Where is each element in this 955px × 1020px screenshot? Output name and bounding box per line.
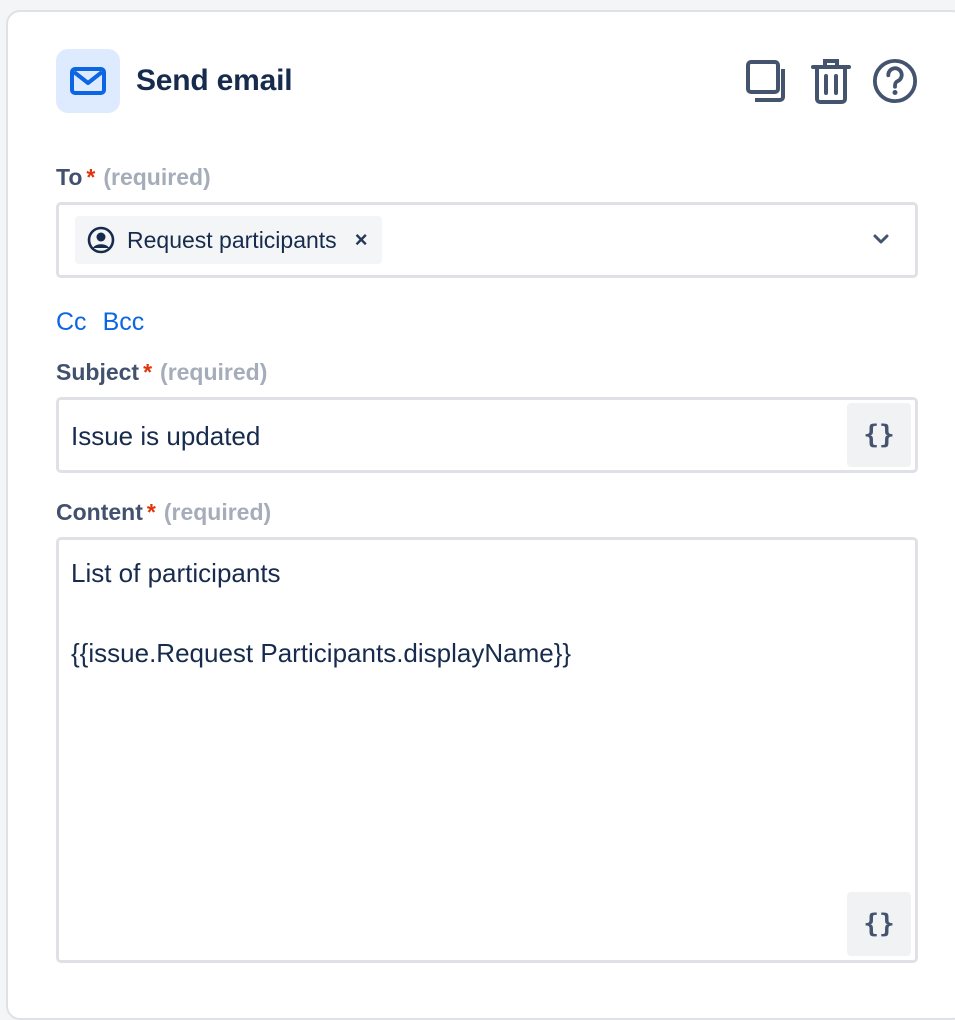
content-line-1: List of participants	[71, 558, 281, 588]
required-mark: *	[143, 359, 153, 385]
required-hint: (required)	[160, 359, 268, 385]
recipient-chip: Request participants ×	[75, 216, 382, 264]
content-label: Content * (required)	[56, 499, 271, 526]
required-hint: (required)	[103, 164, 211, 190]
subject-label: Subject * (required)	[56, 359, 267, 386]
required-mark: *	[86, 164, 96, 190]
cc-bcc-links: Cc Bcc	[56, 308, 144, 337]
required-mark: *	[146, 499, 156, 525]
mail-icon	[56, 49, 120, 113]
subject-value: Issue is updated	[71, 421, 261, 451]
chevron-down-icon[interactable]	[869, 227, 893, 251]
user-avatar-icon	[87, 226, 115, 254]
trash-icon	[811, 59, 851, 104]
help-button[interactable]	[872, 55, 918, 107]
help-icon	[872, 58, 918, 104]
duplicate-icon	[746, 60, 785, 102]
bcc-link[interactable]: Bcc	[103, 308, 145, 337]
duplicate-button[interactable]	[744, 55, 790, 107]
smart-value-button[interactable]: {}	[847, 403, 911, 467]
content-line-2: {{issue.Request Participants.displayName…	[71, 638, 572, 668]
to-select[interactable]: Request participants ×	[56, 202, 918, 278]
header-actions	[744, 55, 918, 107]
cc-link[interactable]: Cc	[56, 308, 87, 337]
content-label-text: Content	[56, 499, 143, 525]
to-label: To * (required)	[56, 164, 211, 191]
content-textarea[interactable]: List of participants {{issue.Request Par…	[56, 537, 918, 963]
subject-input[interactable]: Issue is updated {}	[56, 397, 918, 473]
chip-label: Request participants	[127, 226, 337, 253]
page-title: Send email	[136, 64, 293, 97]
required-hint: (required)	[163, 499, 272, 525]
delete-button[interactable]	[808, 55, 854, 107]
to-label-text: To	[56, 164, 83, 190]
send-email-panel: Send email To * (required) Request parti…	[6, 10, 955, 1020]
subject-label-text: Subject	[56, 359, 140, 385]
panel-header: Send email	[56, 48, 918, 114]
smart-value-button[interactable]: {}	[847, 892, 911, 956]
chip-remove-button[interactable]: ×	[355, 227, 368, 253]
